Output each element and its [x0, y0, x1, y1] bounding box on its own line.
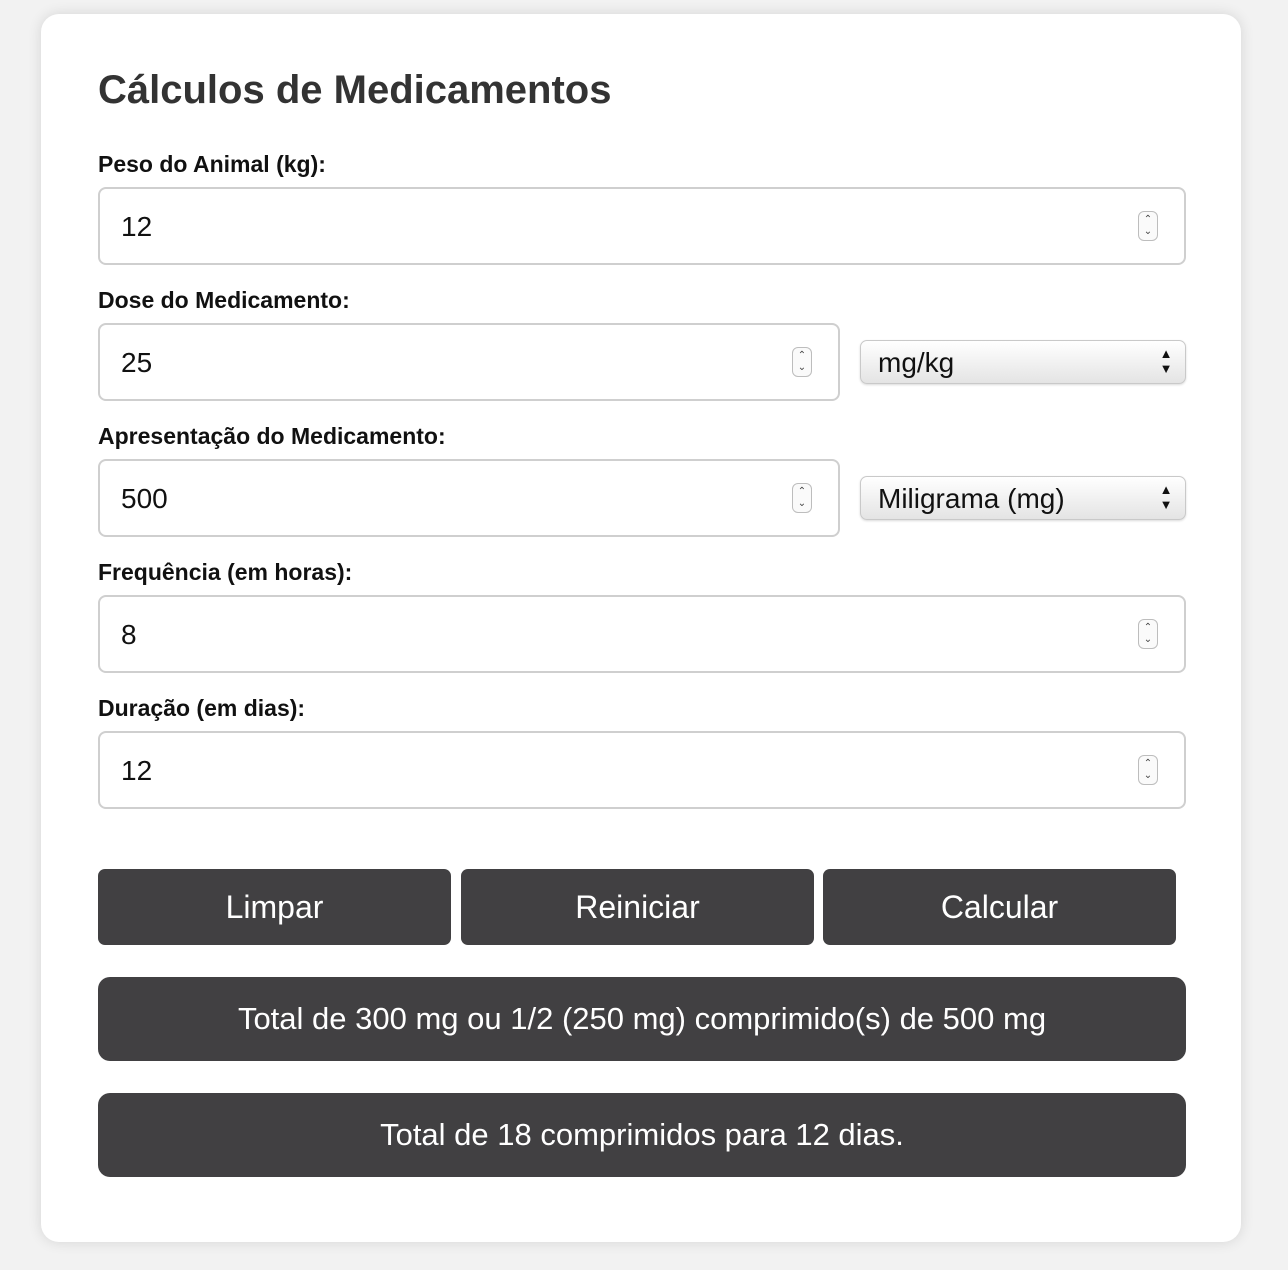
page-title: Cálculos de Medicamentos: [98, 68, 612, 112]
dose-input[interactable]: 25 ⌃ ⌄: [98, 323, 840, 401]
frequency-stepper[interactable]: ⌃ ⌄: [1138, 619, 1158, 649]
reset-button[interactable]: Reiniciar: [461, 869, 814, 945]
chevron-down-icon[interactable]: ⌄: [793, 499, 811, 509]
weight-input[interactable]: 12 ⌃ ⌄: [98, 187, 1186, 265]
weight-stepper[interactable]: ⌃ ⌄: [1138, 211, 1158, 241]
presentation-unit-select[interactable]: Miligrama (mg) ▲ ▼: [860, 476, 1186, 520]
presentation-input[interactable]: 500 ⌃ ⌄: [98, 459, 840, 537]
calculate-button[interactable]: Calcular: [823, 869, 1176, 945]
presentation-unit-value: Miligrama (mg): [878, 483, 1065, 514]
total-result: Total de 18 comprimidos para 12 dias.: [98, 1093, 1186, 1177]
clear-button[interactable]: Limpar: [98, 869, 451, 945]
dose-stepper[interactable]: ⌃ ⌄: [792, 347, 812, 377]
weight-label: Peso do Animal (kg):: [98, 151, 326, 177]
chevron-up-icon[interactable]: ⌃: [793, 487, 811, 497]
chevron-down-icon[interactable]: ⌄: [1139, 227, 1157, 237]
chevron-up-icon[interactable]: ⌃: [1139, 759, 1157, 769]
frequency-label: Frequência (em horas):: [98, 559, 353, 585]
presentation-value: 500: [121, 483, 168, 514]
weight-value: 12: [121, 211, 153, 242]
chevron-up-icon[interactable]: ⌃: [1139, 623, 1157, 633]
select-arrows-icon: ▲ ▼: [1159, 482, 1173, 512]
dose-result: Total de 300 mg ou 1/2 (250 mg) comprimi…: [98, 977, 1186, 1061]
presentation-stepper[interactable]: ⌃ ⌄: [792, 483, 812, 513]
chevron-up-icon[interactable]: ⌃: [1139, 215, 1157, 225]
chevron-down-icon[interactable]: ⌄: [793, 363, 811, 373]
duration-input[interactable]: 12 ⌃ ⌄: [98, 731, 1186, 809]
duration-value: 12: [121, 755, 153, 786]
dose-label: Dose do Medicamento:: [98, 287, 350, 313]
select-arrows-icon: ▲ ▼: [1159, 346, 1173, 376]
frequency-input[interactable]: 8 ⌃ ⌄: [98, 595, 1186, 673]
duration-stepper[interactable]: ⌃ ⌄: [1138, 755, 1158, 785]
dose-unit-select[interactable]: mg/kg ▲ ▼: [860, 340, 1186, 384]
frequency-value: 8: [121, 619, 137, 650]
duration-label: Duração (em dias):: [98, 695, 306, 721]
dose-value: 25: [121, 347, 153, 378]
chevron-down-icon[interactable]: ⌄: [1139, 635, 1157, 645]
chevron-up-icon[interactable]: ⌃: [793, 351, 811, 361]
calculator-card: Cálculos de Medicamentos Peso do Animal …: [41, 14, 1241, 1242]
chevron-down-icon[interactable]: ⌄: [1139, 771, 1157, 781]
dose-unit-value: mg/kg: [878, 347, 955, 378]
presentation-label: Apresentação do Medicamento:: [98, 423, 446, 449]
